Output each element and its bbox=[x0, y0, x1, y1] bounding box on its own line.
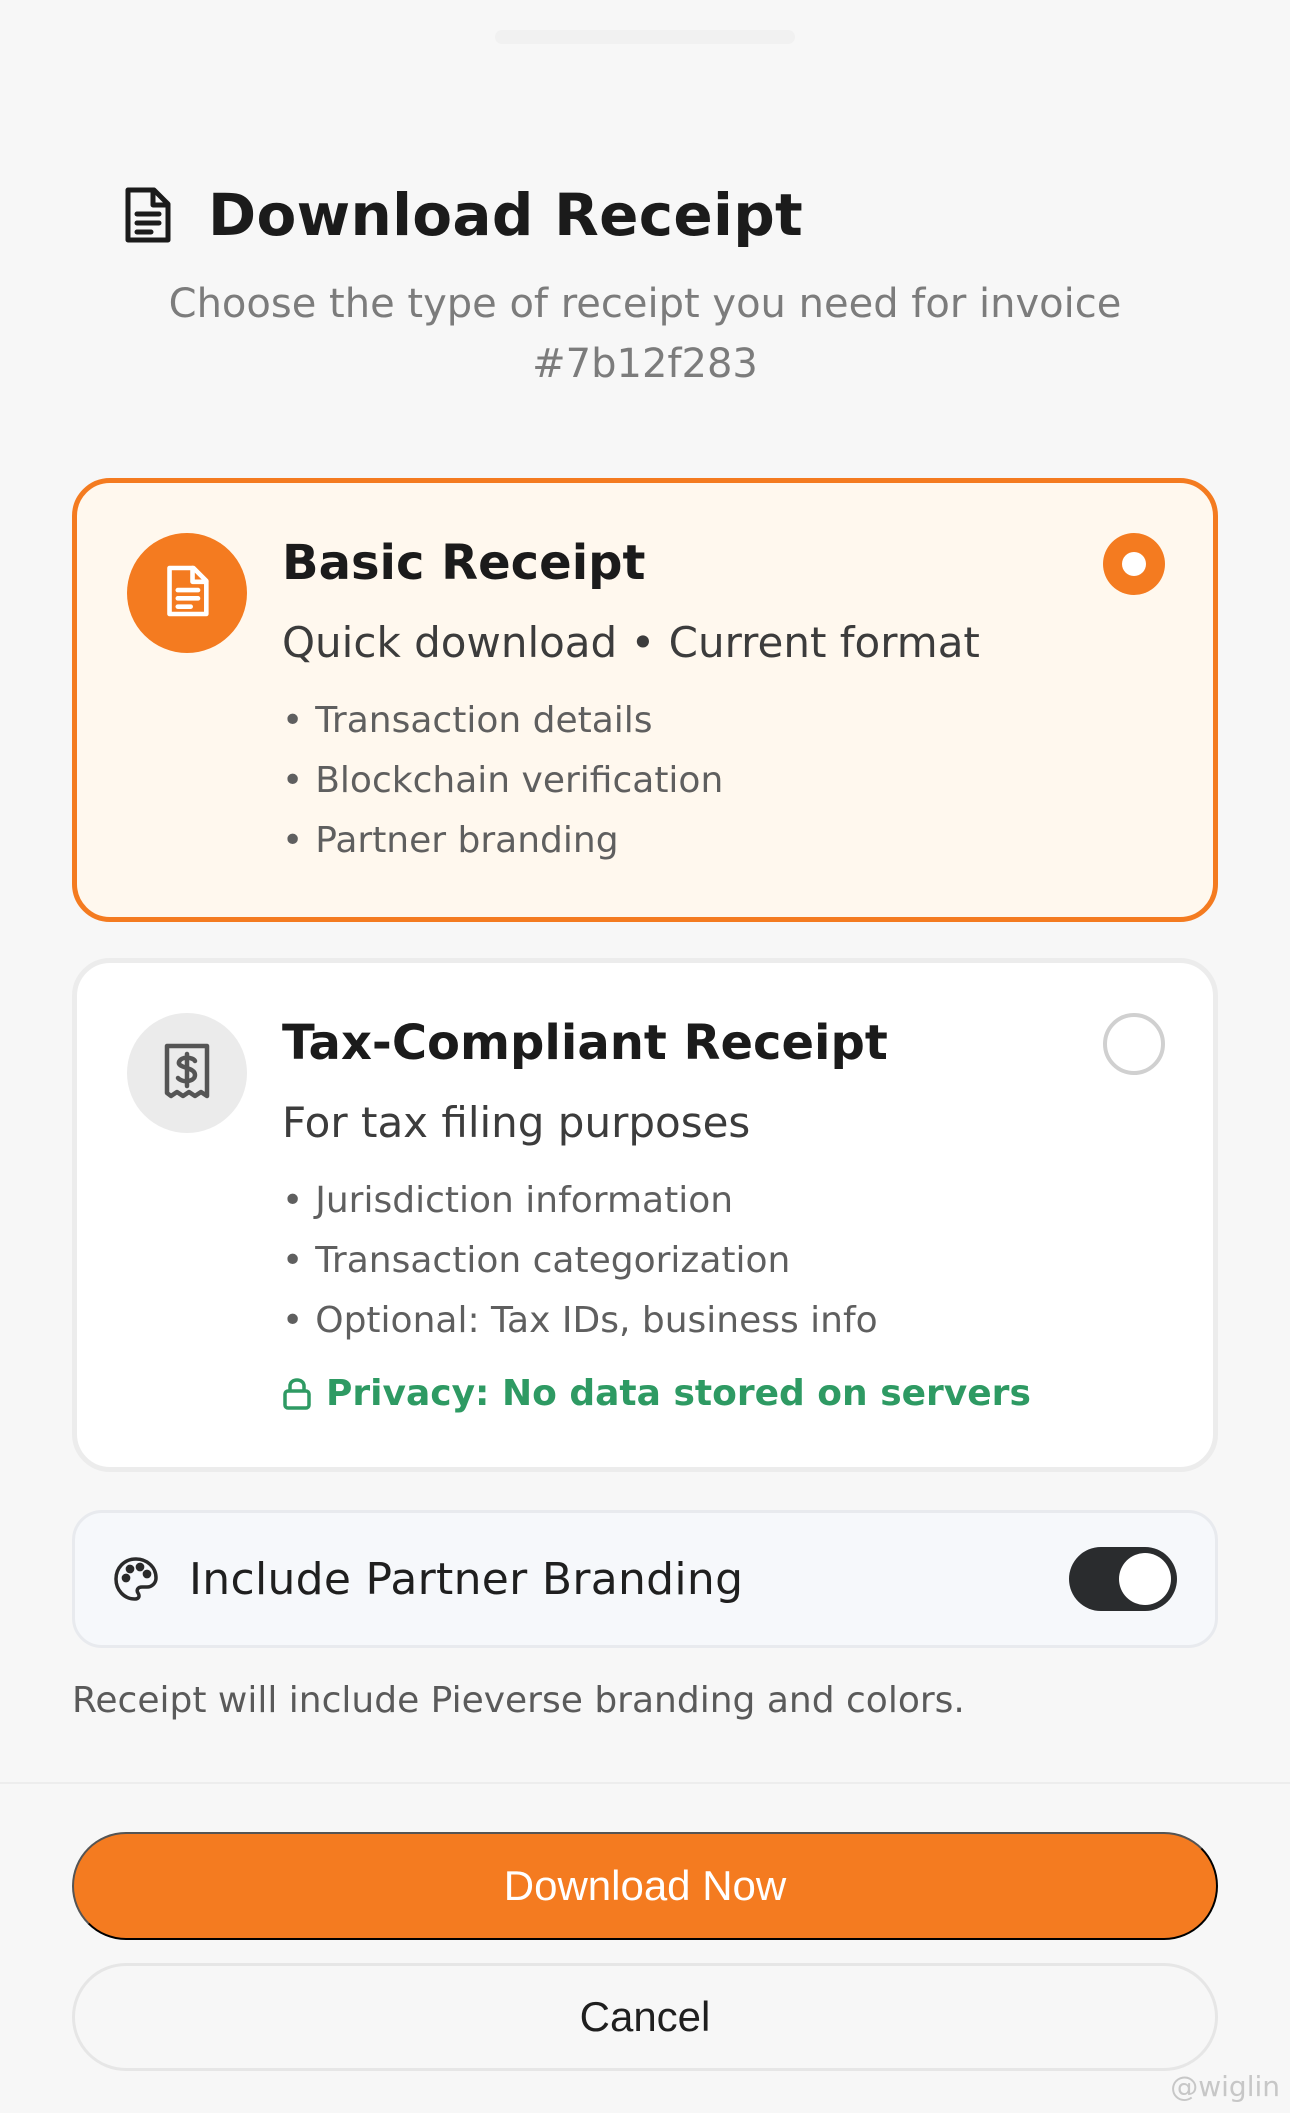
download-now-button[interactable]: Download Now bbox=[72, 1832, 1218, 1940]
bottom-sheet: Download Receipt Choose the type of rece… bbox=[0, 0, 1290, 2113]
document-icon bbox=[122, 185, 178, 245]
basic-receipt-avatar bbox=[127, 533, 247, 653]
cancel-button[interactable]: Cancel bbox=[72, 1963, 1218, 2071]
page-title: Download Receipt bbox=[208, 181, 804, 249]
feature-item: Jurisdiction information bbox=[282, 1171, 1173, 1231]
basic-receipt-radio-selected[interactable] bbox=[1103, 533, 1165, 595]
branding-note: Receipt will include Pieverse branding a… bbox=[72, 1680, 965, 1721]
receipt-dollar-icon bbox=[162, 1042, 212, 1104]
option-subtitle: Quick download • Current format bbox=[282, 618, 980, 667]
feature-item: Blockchain verification bbox=[282, 751, 1173, 811]
option-subtitle: For tax filing purposes bbox=[282, 1098, 751, 1147]
option-title: Basic Receipt bbox=[282, 535, 646, 591]
basic-receipt-body: Basic Receipt Quick download • Current f… bbox=[282, 533, 1173, 871]
privacy-text: Privacy: No data stored on servers bbox=[326, 1372, 1031, 1414]
feature-item: Transaction categorization bbox=[282, 1231, 1173, 1291]
partner-branding-label: Include Partner Branding bbox=[189, 1553, 744, 1605]
watermark-text: @wiglin bbox=[1170, 2070, 1280, 2103]
option-basic-receipt[interactable]: Basic Receipt Quick download • Current f… bbox=[72, 478, 1218, 922]
lock-icon bbox=[282, 1376, 312, 1410]
tax-receipt-avatar bbox=[127, 1013, 247, 1133]
feature-list: Transaction details Blockchain verificat… bbox=[282, 691, 1173, 871]
privacy-notice: Privacy: No data stored on servers bbox=[282, 1363, 1173, 1423]
page-subtitle: Choose the type of receipt you need for … bbox=[168, 281, 1122, 387]
partner-branding-toggle-row[interactable]: Include Partner Branding bbox=[72, 1510, 1218, 1648]
partner-branding-switch[interactable] bbox=[1069, 1547, 1177, 1611]
palette-icon bbox=[113, 1554, 163, 1604]
sheet-drag-handle[interactable] bbox=[495, 30, 795, 44]
option-title: Tax-Compliant Receipt bbox=[282, 1015, 888, 1071]
divider bbox=[0, 1782, 1290, 1784]
option-tax-compliant-receipt[interactable]: Tax-Compliant Receipt For tax filing pur… bbox=[72, 958, 1218, 1472]
feature-item: Partner branding bbox=[282, 811, 1173, 871]
title-row: Download Receipt bbox=[122, 170, 1290, 260]
feature-list: Jurisdiction information Transaction cat… bbox=[282, 1171, 1173, 1351]
feature-item: Transaction details bbox=[282, 691, 1173, 751]
sheet-header: Download Receipt Choose the type of rece… bbox=[0, 170, 1290, 394]
tax-receipt-radio-unselected[interactable] bbox=[1103, 1013, 1165, 1075]
watermark: @wiglin bbox=[1170, 2070, 1280, 2103]
feature-item: Optional: Tax IDs, business info bbox=[282, 1291, 1173, 1351]
tax-receipt-body: Tax-Compliant Receipt For tax filing pur… bbox=[282, 1013, 1173, 1423]
document-icon bbox=[164, 564, 210, 622]
switch-knob bbox=[1119, 1553, 1171, 1605]
